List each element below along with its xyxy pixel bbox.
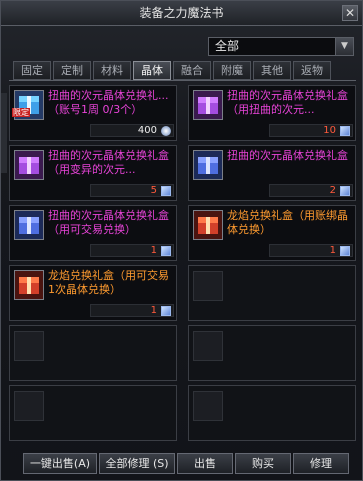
price-bar: 1 [269,244,353,257]
shop-item-slot[interactable]: 扭曲的次元晶体兑换礼盒（用变异的次元... 5 [9,145,177,201]
item-quantity: 1 [150,245,157,256]
item-name: 龙焰兑换礼盒（用账绑晶体兑换） [227,209,348,236]
limited-badge: 限定 [12,108,30,117]
tab-material[interactable]: 材料 [93,61,131,80]
empty-slot [188,325,356,381]
tab-return[interactable]: 返物 [293,61,331,80]
empty-slot [9,325,177,381]
item-quantity: 1 [150,305,157,316]
price-bar: 400 [90,124,174,137]
cube-currency-icon [340,246,350,256]
item-name: 扭曲的次元晶体兑换礼盒 [227,149,348,162]
filter-dropdown[interactable]: 全部 ▼ [208,37,354,56]
blue-chest-icon [193,150,223,180]
empty-icon-frame [193,271,223,301]
action-bar: 一键出售(A) 全部修理 (S) 出售 购买 修理 [1,453,363,477]
shop-item-slot[interactable]: 龙焰兑换礼盒（用可交易1次晶体兑换） 1 [9,265,177,321]
buy-button[interactable]: 购买 [235,453,291,474]
tab-fusion[interactable]: 融合 [173,61,211,80]
item-quantity: 5 [150,185,157,196]
empty-icon-frame [193,331,223,361]
shop-item-slot[interactable]: 扭曲的次元晶体兑换礼盒（用可交易兑换） 1 [9,205,177,261]
tab-custom[interactable]: 定制 [53,61,91,80]
item-name: 扭曲的次元晶体兑换礼盒（用变异的次元... [48,149,169,176]
price-bar: 1 [90,244,174,257]
item-name: 扭曲的次元晶体兑换礼... （账号1周 0/3个） [48,89,169,116]
item-quantity: 2 [329,185,336,196]
sell-all-button[interactable]: 一键出售(A) [23,453,97,474]
red-chest-icon [14,270,44,300]
sell-button[interactable]: 出售 [177,453,233,474]
item-name: 龙焰兑换礼盒（用可交易1次晶体兑换） [48,269,169,296]
tab-enchant[interactable]: 附魔 [213,61,251,80]
tab-other[interactable]: 其他 [253,61,291,80]
shop-item-slot[interactable]: 限定 扭曲的次元晶体兑换礼... （账号1周 0/3个） 400 [9,85,177,141]
cube-currency-icon [161,186,171,196]
empty-slot [188,385,356,441]
cube-currency-icon [340,126,350,136]
shop-item-slot[interactable]: 扭曲的次元晶体兑换礼盒（用扭曲的次元... 10 [188,85,356,141]
red-chest-icon [193,210,223,240]
price-bar: 10 [269,124,353,137]
empty-icon-frame [14,331,44,361]
item-quantity: 1 [329,245,336,256]
magic-book-window: 装备之力魔法书 ✕ 全部 ▼ 固定 定制 材料 晶体 融合 附魔 其他 返物 限… [0,0,363,481]
item-name: 扭曲的次元晶体兑换礼盒（用扭曲的次元... [227,89,348,116]
cube-currency-icon [161,246,171,256]
cube-currency-icon [340,186,350,196]
price-bar: 1 [90,304,174,317]
item-name: 扭曲的次元晶体兑换礼盒（用可交易兑换） [48,209,169,236]
item-quantity: 10 [323,125,336,136]
shop-item-slot[interactable]: 扭曲的次元晶体兑换礼盒 2 [188,145,356,201]
chevron-down-icon[interactable]: ▼ [335,38,353,55]
orb-currency-icon [161,126,171,136]
tab-fixed[interactable]: 固定 [13,61,51,80]
purple-chest-icon [14,150,44,180]
empty-icon-frame [193,391,223,421]
tab-crystal[interactable]: 晶体 [133,61,171,80]
item-quantity: 400 [137,125,157,136]
purple-chest-icon [193,90,223,120]
filter-dropdown-value: 全部 [215,39,240,53]
blue-chest-icon [14,210,44,240]
empty-icon-frame [14,391,44,421]
window-title: 装备之力魔法书 ✕ [1,1,362,26]
price-bar: 5 [90,184,174,197]
window-title-text: 装备之力魔法书 [139,6,224,20]
left-edge-decoration [1,93,7,173]
cube-currency-icon [161,306,171,316]
repair-all-button[interactable]: 全部修理 (S) [99,453,175,474]
category-tabs: 固定 定制 材料 晶体 融合 附魔 其他 返物 [13,61,356,81]
empty-slot [188,265,356,321]
shop-item-slot[interactable]: 龙焰兑换礼盒（用账绑晶体兑换） 1 [188,205,356,261]
empty-slot [9,385,177,441]
repair-button[interactable]: 修理 [293,453,349,474]
price-bar: 2 [269,184,353,197]
close-icon[interactable]: ✕ [342,5,358,21]
tab-divider [9,80,356,81]
